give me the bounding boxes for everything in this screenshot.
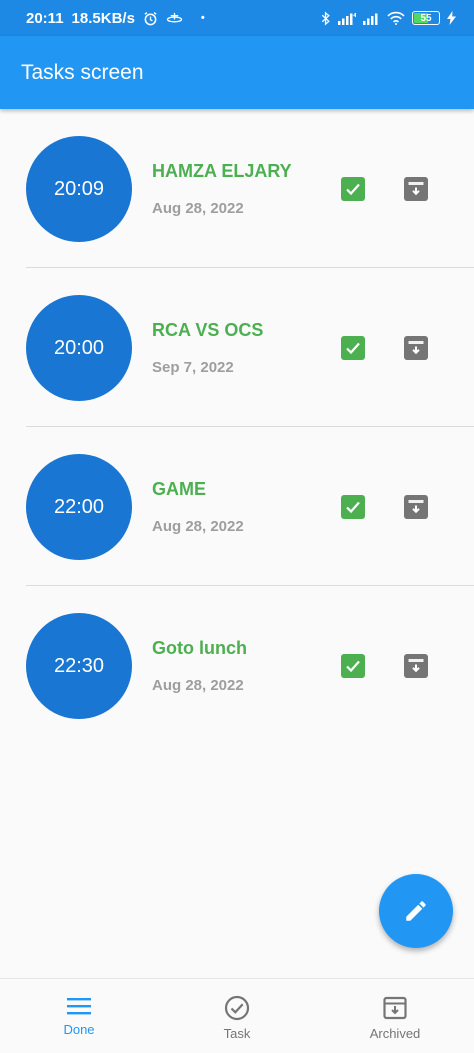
nav-item-done[interactable]: Done [0,979,158,1053]
airplane-icon [166,11,183,26]
archive-icon [408,341,424,355]
check-box-icon [346,501,360,514]
archive-icon [408,659,424,673]
check-box-icon [346,183,360,196]
app-bar: Tasks screen [0,36,474,109]
nav-item-task[interactable]: Task [158,979,316,1053]
nav-item-archived[interactable]: Archived [316,979,474,1053]
archive-button[interactable] [404,336,428,360]
check-box-icon [346,342,360,355]
archive-button[interactable] [404,177,428,201]
page-title: Tasks screen [21,60,144,84]
archive-icon [383,996,407,1020]
task-title: GAME [152,479,206,499]
charging-icon [447,11,456,25]
archive-button[interactable] [404,654,428,678]
task-time-circle: 20:00 [26,295,132,401]
status-left: 20:11 18.5KB/s • [26,10,205,27]
task-time: 22:30 [53,654,105,677]
status-time: 20:11 [26,9,64,27]
task-time: 20:09 [53,177,105,200]
task-time-circle: 20:09 [26,136,132,242]
check-box-icon [346,660,360,673]
status-right: 4G 55 [321,10,456,26]
task-date: Aug 28, 2022 [152,518,244,535]
task-item[interactable]: 20:09 HAMZA ELJARY Aug 28, 2022 [0,109,474,268]
task-time-circle: 22:00 [26,454,132,560]
mark-done-button[interactable] [341,336,365,360]
task-date: Aug 28, 2022 [152,677,244,694]
task-title: RCA VS OCS [152,320,264,340]
wifi-icon [387,11,405,25]
battery-icon: 55 [412,11,440,25]
bottom-navigation: Done Task Archived [0,978,474,1053]
alarm-icon [143,11,158,26]
task-item[interactable]: 22:30 Goto lunch Aug 28, 2022 [0,586,474,745]
nav-label: Task [223,1026,251,1041]
add-task-fab[interactable] [379,874,453,948]
check-circle-icon [224,995,250,1021]
svg-text:4G: 4G [353,13,356,19]
signal-icon: 4G [338,12,356,25]
task-time: 22:00 [53,495,105,518]
mark-done-button[interactable] [341,495,365,519]
archive-icon [408,500,424,514]
task-date: Sep 7, 2022 [152,359,234,376]
archive-icon [408,182,424,196]
task-title: HAMZA ELJARY [152,161,292,181]
mark-done-button[interactable] [341,177,365,201]
network-speed: 18.5KB/s [71,9,135,27]
archive-button[interactable] [404,495,428,519]
bluetooth-icon [321,10,331,26]
nav-label: Done [63,1022,95,1037]
task-date: Aug 28, 2022 [152,200,244,217]
task-time-circle: 22:30 [26,613,132,719]
status-bar: 20:11 18.5KB/s • 4G [0,0,474,36]
task-title: Goto lunch [152,638,247,658]
task-list: 20:09 HAMZA ELJARY Aug 28, 2022 20:00 RC… [0,109,474,745]
nav-label: Archived [369,1026,421,1041]
task-item[interactable]: 22:00 GAME Aug 28, 2022 [0,427,474,586]
task-time: 20:00 [53,336,105,359]
mark-done-button[interactable] [341,654,365,678]
edit-icon [406,901,426,921]
task-item[interactable]: 20:00 RCA VS OCS Sep 7, 2022 [0,268,474,427]
menu-icon [67,998,91,1015]
signal-icon [363,12,380,25]
battery-level: 55 [420,12,432,24]
status-dot: • [200,12,205,24]
tasks-screen: 20:11 18.5KB/s • 4G [0,0,474,1053]
